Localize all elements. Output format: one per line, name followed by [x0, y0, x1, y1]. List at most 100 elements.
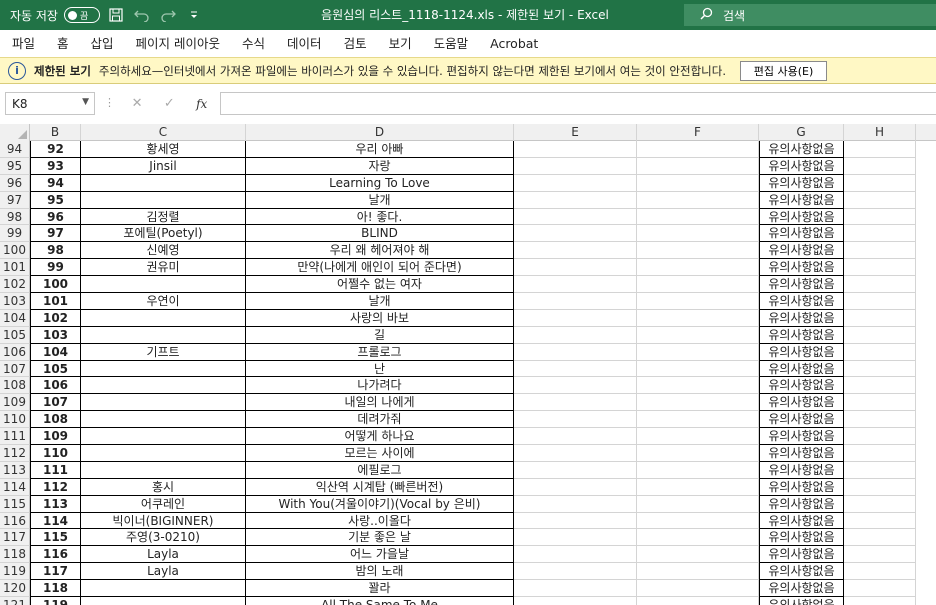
cell-d[interactable]: With You(겨울이야기)(Vocal by 은비) — [246, 495, 514, 513]
autosave-toggle[interactable]: 끔 — [63, 7, 100, 23]
cell-d[interactable]: 익산역 시계탑 (빠른버전) — [246, 478, 514, 496]
row-header[interactable]: 106 — [0, 343, 30, 361]
cell-f[interactable] — [637, 428, 759, 446]
cell-b[interactable]: 99 — [30, 259, 81, 277]
cell-b[interactable]: 94 — [30, 174, 81, 192]
cell-e[interactable] — [514, 157, 637, 175]
cell-h[interactable] — [844, 208, 916, 226]
cell-h[interactable] — [844, 478, 916, 496]
cell-d[interactable]: 날개 — [246, 191, 514, 209]
cell-f[interactable] — [637, 208, 759, 226]
cell-d[interactable]: Learning To Love — [246, 174, 514, 192]
cell-c[interactable]: 포에틸(Poetyl) — [81, 225, 246, 243]
cell-f[interactable] — [637, 512, 759, 530]
cell-d[interactable]: 밤의 노래 — [246, 563, 514, 581]
cell-c[interactable]: 우연이 — [81, 293, 246, 310]
cell-b[interactable]: 107 — [30, 394, 81, 412]
cell-b[interactable]: 118 — [30, 580, 81, 598]
tab-page-layout[interactable]: 페이지 레이아웃 — [125, 30, 231, 57]
row-header[interactable]: 96 — [0, 174, 30, 192]
cell-c[interactable]: 권유미 — [81, 259, 246, 277]
cell-h[interactable] — [844, 276, 916, 294]
cell-g[interactable]: 유의사항없음 — [759, 461, 844, 479]
column-header-g[interactable]: G — [759, 124, 844, 141]
cell-h[interactable] — [844, 377, 916, 395]
row-header[interactable]: 110 — [0, 411, 30, 429]
cell-f[interactable] — [637, 141, 759, 158]
cell-h[interactable] — [844, 259, 916, 277]
row-header[interactable]: 117 — [0, 529, 30, 547]
cell-b[interactable]: 96 — [30, 208, 81, 226]
row-header[interactable]: 107 — [0, 360, 30, 378]
cell-g[interactable]: 유의사항없음 — [759, 326, 844, 344]
undo-icon[interactable] — [132, 5, 152, 25]
search-box[interactable]: 검색 — [684, 4, 936, 26]
cell-e[interactable] — [514, 225, 637, 243]
cell-f[interactable] — [637, 563, 759, 581]
cell-d[interactable]: 꽐라 — [246, 580, 514, 598]
cell-c[interactable]: 홍시 — [81, 478, 246, 496]
cell-d[interactable]: 우리 아빠 — [246, 141, 514, 158]
row-header[interactable]: 97 — [0, 191, 30, 209]
cell-h[interactable] — [844, 411, 916, 429]
cell-e[interactable] — [514, 529, 637, 547]
cell-e[interactable] — [514, 546, 637, 564]
cell-b[interactable]: 98 — [30, 242, 81, 260]
cell-g[interactable]: 유의사항없음 — [759, 157, 844, 175]
cell-h[interactable] — [844, 157, 916, 175]
row-header[interactable]: 109 — [0, 394, 30, 412]
cell-e[interactable] — [514, 597, 637, 605]
cell-b[interactable]: 95 — [30, 191, 81, 209]
cell-h[interactable] — [844, 580, 916, 598]
tab-formulas[interactable]: 수식 — [231, 30, 276, 57]
cell-b[interactable]: 92 — [30, 141, 81, 158]
cell-f[interactable] — [637, 394, 759, 412]
cell-g[interactable]: 유의사항없음 — [759, 428, 844, 446]
cell-g[interactable]: 유의사항없음 — [759, 242, 844, 260]
column-header-c[interactable]: C — [81, 124, 246, 141]
cell-c[interactable]: Layla — [81, 563, 246, 581]
cell-e[interactable] — [514, 343, 637, 361]
column-header-h[interactable]: H — [844, 124, 916, 141]
cell-g[interactable]: 유의사항없음 — [759, 259, 844, 277]
cell-e[interactable] — [514, 191, 637, 209]
cell-f[interactable] — [637, 259, 759, 277]
cell-c[interactable]: 김정렬 — [81, 208, 246, 226]
cell-c[interactable] — [81, 428, 246, 446]
cell-f[interactable] — [637, 546, 759, 564]
insert-function-icon[interactable]: fx — [196, 97, 207, 111]
cell-c[interactable] — [81, 191, 246, 209]
cell-e[interactable] — [514, 445, 637, 462]
cell-g[interactable]: 유의사항없음 — [759, 478, 844, 496]
row-header[interactable]: 120 — [0, 580, 30, 598]
cell-d[interactable]: 어떻게 하나요 — [246, 428, 514, 446]
cell-e[interactable] — [514, 293, 637, 310]
column-header-b[interactable]: B — [30, 124, 81, 141]
cell-d[interactable]: 사랑..이올다 — [246, 512, 514, 530]
redo-icon[interactable] — [158, 5, 178, 25]
cell-b[interactable]: 97 — [30, 225, 81, 243]
enter-icon[interactable]: ✓ — [164, 96, 175, 111]
cell-f[interactable] — [637, 293, 759, 310]
customize-toolbar-icon[interactable] — [184, 5, 204, 25]
cell-h[interactable] — [844, 495, 916, 513]
cell-e[interactable] — [514, 141, 637, 158]
cell-c[interactable] — [81, 411, 246, 429]
cell-h[interactable] — [844, 343, 916, 361]
cell-g[interactable]: 유의사항없음 — [759, 276, 844, 294]
cell-c[interactable]: Layla — [81, 546, 246, 564]
cell-g[interactable]: 유의사항없음 — [759, 580, 844, 598]
cell-b[interactable]: 116 — [30, 546, 81, 564]
column-header-d[interactable]: D — [246, 124, 514, 141]
cell-h[interactable] — [844, 141, 916, 158]
tab-data[interactable]: 데이터 — [276, 30, 333, 57]
cell-d[interactable]: 에필로그 — [246, 461, 514, 479]
cancel-icon[interactable]: ✕ — [132, 96, 143, 111]
cell-e[interactable] — [514, 580, 637, 598]
cell-b[interactable]: 102 — [30, 309, 81, 327]
cell-f[interactable] — [637, 174, 759, 192]
cell-d[interactable]: 날개 — [246, 293, 514, 310]
cell-g[interactable]: 유의사항없음 — [759, 343, 844, 361]
cell-e[interactable] — [514, 174, 637, 192]
cell-d[interactable]: 프롤로그 — [246, 343, 514, 361]
